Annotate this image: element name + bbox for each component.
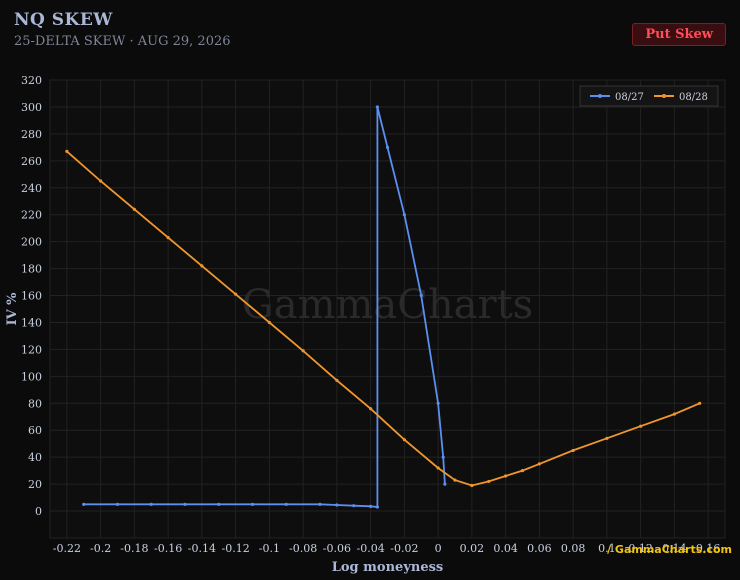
y-tick-label: 300 <box>21 101 42 114</box>
x-tick-label: -0.08 <box>289 542 317 555</box>
series-point <box>166 236 170 240</box>
x-tick-label: -0.02 <box>390 542 418 555</box>
series-point <box>217 502 221 506</box>
x-tick-label: 0.06 <box>527 542 552 555</box>
x-tick-label: -0.18 <box>120 542 148 555</box>
x-tick-label: 0.02 <box>460 542 485 555</box>
series-point <box>504 474 508 478</box>
series-point <box>99 179 103 183</box>
y-tick-label: 100 <box>21 370 42 383</box>
legend-swatch-dot <box>598 94 602 98</box>
x-tick-label: 0.04 <box>493 542 518 555</box>
x-tick-label: -0.1 <box>259 542 280 555</box>
series-point <box>183 502 187 506</box>
series-point <box>537 462 541 466</box>
x-tick-label: -0.14 <box>188 542 216 555</box>
series-point <box>369 407 373 411</box>
y-tick-label: 200 <box>21 236 42 249</box>
series-point <box>200 264 204 268</box>
y-tick-label: 180 <box>21 263 42 276</box>
series-point <box>318 502 322 506</box>
x-axis-label: Log moneyness <box>332 560 444 575</box>
series-point <box>375 505 379 509</box>
series-point <box>385 145 390 149</box>
series-point <box>571 448 575 453</box>
series-point <box>65 149 69 153</box>
series-point <box>453 478 457 482</box>
series-point <box>301 349 305 353</box>
y-tick-label: 20 <box>28 478 42 491</box>
series-point <box>443 482 447 486</box>
y-tick-label: 280 <box>21 128 42 141</box>
series-point <box>369 504 373 508</box>
series-point <box>419 293 423 298</box>
y-tick-label: 0 <box>35 505 42 518</box>
series-point <box>639 424 643 428</box>
series-point <box>335 378 339 382</box>
y-tick-label: 160 <box>21 290 42 303</box>
y-tick-label: 60 <box>28 424 42 437</box>
series-point <box>520 469 525 473</box>
x-tick-label: -0.22 <box>53 542 81 555</box>
legend-label: 08/28 <box>679 92 708 103</box>
series-point <box>402 438 406 442</box>
y-tick-label: 140 <box>21 316 42 329</box>
y-tick-label: 120 <box>21 343 42 356</box>
x-tick-label: -0.16 <box>154 542 182 555</box>
y-tick-label: 240 <box>21 182 42 195</box>
series-point <box>82 502 86 506</box>
y-tick-label: 220 <box>21 209 42 222</box>
series-point <box>284 502 288 506</box>
series-point <box>441 455 445 459</box>
series-point <box>402 213 406 217</box>
series-point <box>436 401 440 405</box>
skew-chart: 0 20 40 60 80 100 120 140 160 180 200 220 240 260 280 3… <box>5 74 726 575</box>
series-point <box>335 503 339 507</box>
series-point <box>436 466 440 470</box>
y-tick-label: 260 <box>21 155 42 168</box>
y-axis-label: IV % <box>5 292 20 326</box>
series-point <box>672 412 676 416</box>
y-tick-label: 80 <box>28 397 42 410</box>
series-point <box>605 436 609 440</box>
y-tick-label: 320 <box>21 74 42 87</box>
legend-label: 08/27 <box>615 92 644 103</box>
x-tick-label: -0.12 <box>222 542 250 555</box>
series-point <box>375 105 379 109</box>
x-tick-label: -0.06 <box>323 542 351 555</box>
series-point <box>250 502 255 506</box>
x-tick-label: -0.2 <box>90 542 111 555</box>
series-point <box>132 207 136 211</box>
series-point <box>698 401 702 405</box>
x-tick-label: -0.04 <box>357 542 385 555</box>
x-tick-label: 0 <box>435 542 442 555</box>
watermark: GammaCharts <box>242 282 533 328</box>
series-point <box>267 320 271 325</box>
series-point <box>115 502 120 506</box>
brand-link[interactable]: / GammaCharts.com <box>607 543 732 556</box>
series-point <box>470 483 474 488</box>
y-tick-label: 40 <box>28 451 42 464</box>
legend-swatch-dot <box>662 94 666 98</box>
series-point <box>352 504 356 508</box>
series-point <box>487 479 491 484</box>
series-point <box>149 502 153 506</box>
series-point <box>234 292 238 296</box>
x-tick-label: 0.08 <box>561 542 586 555</box>
